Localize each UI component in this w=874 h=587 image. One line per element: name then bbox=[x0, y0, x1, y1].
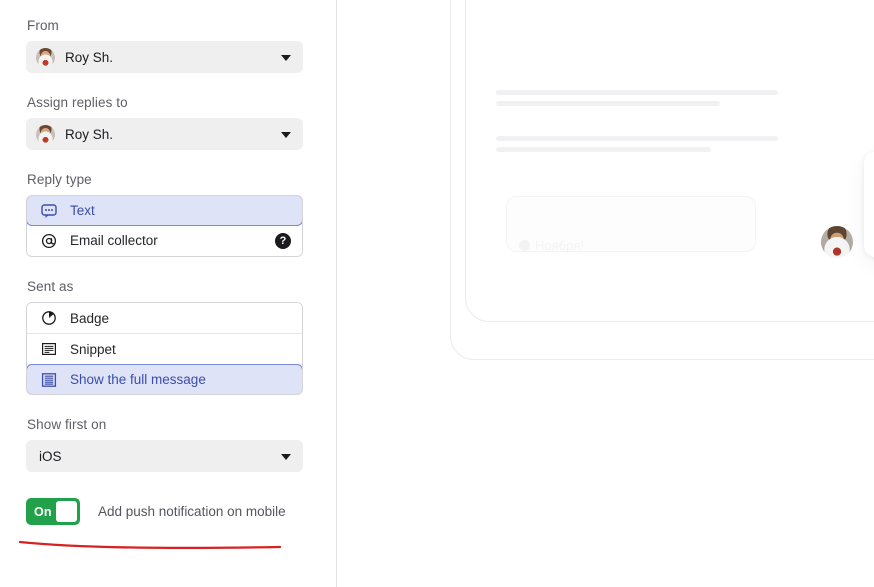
skeleton-line bbox=[496, 136, 778, 141]
push-notification-label: Add push notification on mobile bbox=[98, 504, 286, 519]
assign-replies-group: Assign replies to Roy Sh. bbox=[26, 95, 303, 150]
chevron-down-icon bbox=[281, 55, 291, 61]
user-avatar bbox=[36, 47, 55, 67]
sent-as-option-snippet[interactable]: Snippet bbox=[27, 334, 302, 365]
reply-type-options: Text Email collector ? bbox=[26, 195, 303, 257]
sent-as-label: Sent as bbox=[27, 279, 74, 294]
reply-type-option-label: Email collector bbox=[70, 233, 158, 248]
assign-replies-value: Roy Sh. bbox=[65, 126, 114, 142]
message-preview-panel: Ноября! Roy from Platform Test Hi ↔ Firs… bbox=[337, 0, 874, 587]
skeleton-line bbox=[496, 90, 778, 95]
at-sign-icon bbox=[41, 233, 57, 248]
from-value: Roy Sh. bbox=[65, 49, 114, 65]
show-first-on-group: Show first on iOS bbox=[26, 417, 303, 472]
from-group: From Roy Sh. bbox=[26, 18, 303, 73]
assign-replies-label: Assign replies to bbox=[27, 95, 128, 110]
from-label: From bbox=[27, 18, 59, 33]
toggle-state-label: On bbox=[34, 504, 52, 519]
screen-root: From Roy Sh. Assign replies to Roy Sh. R… bbox=[0, 0, 874, 587]
sent-as-option-show-full-message[interactable]: Show the full message bbox=[27, 364, 302, 394]
sent-as-option-label: Badge bbox=[70, 310, 110, 326]
chevron-down-icon bbox=[281, 454, 291, 460]
reply-type-option-label: Text bbox=[70, 203, 95, 218]
badge-circle-icon bbox=[42, 311, 56, 325]
push-notification-row: On Add push notification on mobile bbox=[26, 498, 303, 525]
reply-type-option-text[interactable]: Text bbox=[27, 196, 302, 226]
message-avatar bbox=[821, 226, 853, 258]
reply-type-label: Reply type bbox=[27, 172, 92, 187]
reply-type-option-email-collector[interactable]: Email collector ? bbox=[27, 225, 302, 256]
chevron-down-icon bbox=[281, 132, 291, 138]
show-first-on-value: iOS bbox=[39, 448, 62, 464]
sent-as-options: Badge Snippet Show the full message bbox=[26, 302, 303, 395]
preview-card-mid bbox=[465, 0, 874, 322]
skeleton-line bbox=[496, 147, 711, 152]
ghost-dot-icon bbox=[519, 240, 530, 251]
reply-type-group: Reply type Text Email collector ? bbox=[26, 172, 303, 257]
push-notification-toggle[interactable]: On bbox=[26, 498, 80, 525]
sent-as-option-badge[interactable]: Badge bbox=[27, 303, 302, 334]
show-first-on-label: Show first on bbox=[27, 417, 107, 432]
message-card: Roy from Platform Test Hi ↔ First name , bbox=[864, 152, 874, 257]
show-first-on-select[interactable]: iOS bbox=[26, 440, 303, 472]
full-message-icon bbox=[41, 372, 57, 387]
toggle-knob bbox=[56, 501, 77, 522]
speech-bubble-icon bbox=[41, 203, 57, 218]
settings-sidebar: From Roy Sh. Assign replies to Roy Sh. R… bbox=[0, 0, 337, 587]
assign-replies-select[interactable]: Roy Sh. bbox=[26, 118, 303, 150]
help-icon[interactable]: ? bbox=[275, 232, 291, 249]
from-select[interactable]: Roy Sh. bbox=[26, 41, 303, 73]
sent-as-group: Sent as Badge Snippet Show the full mess… bbox=[26, 279, 303, 395]
snippet-icon bbox=[42, 342, 57, 356]
skeleton-line bbox=[496, 101, 720, 106]
sent-as-option-label: Snippet bbox=[70, 341, 116, 357]
annotation-underline bbox=[18, 540, 282, 550]
sent-as-option-label: Show the full message bbox=[70, 372, 206, 387]
user-avatar bbox=[36, 124, 55, 144]
ghost-composer-text: Ноября! bbox=[519, 238, 584, 253]
